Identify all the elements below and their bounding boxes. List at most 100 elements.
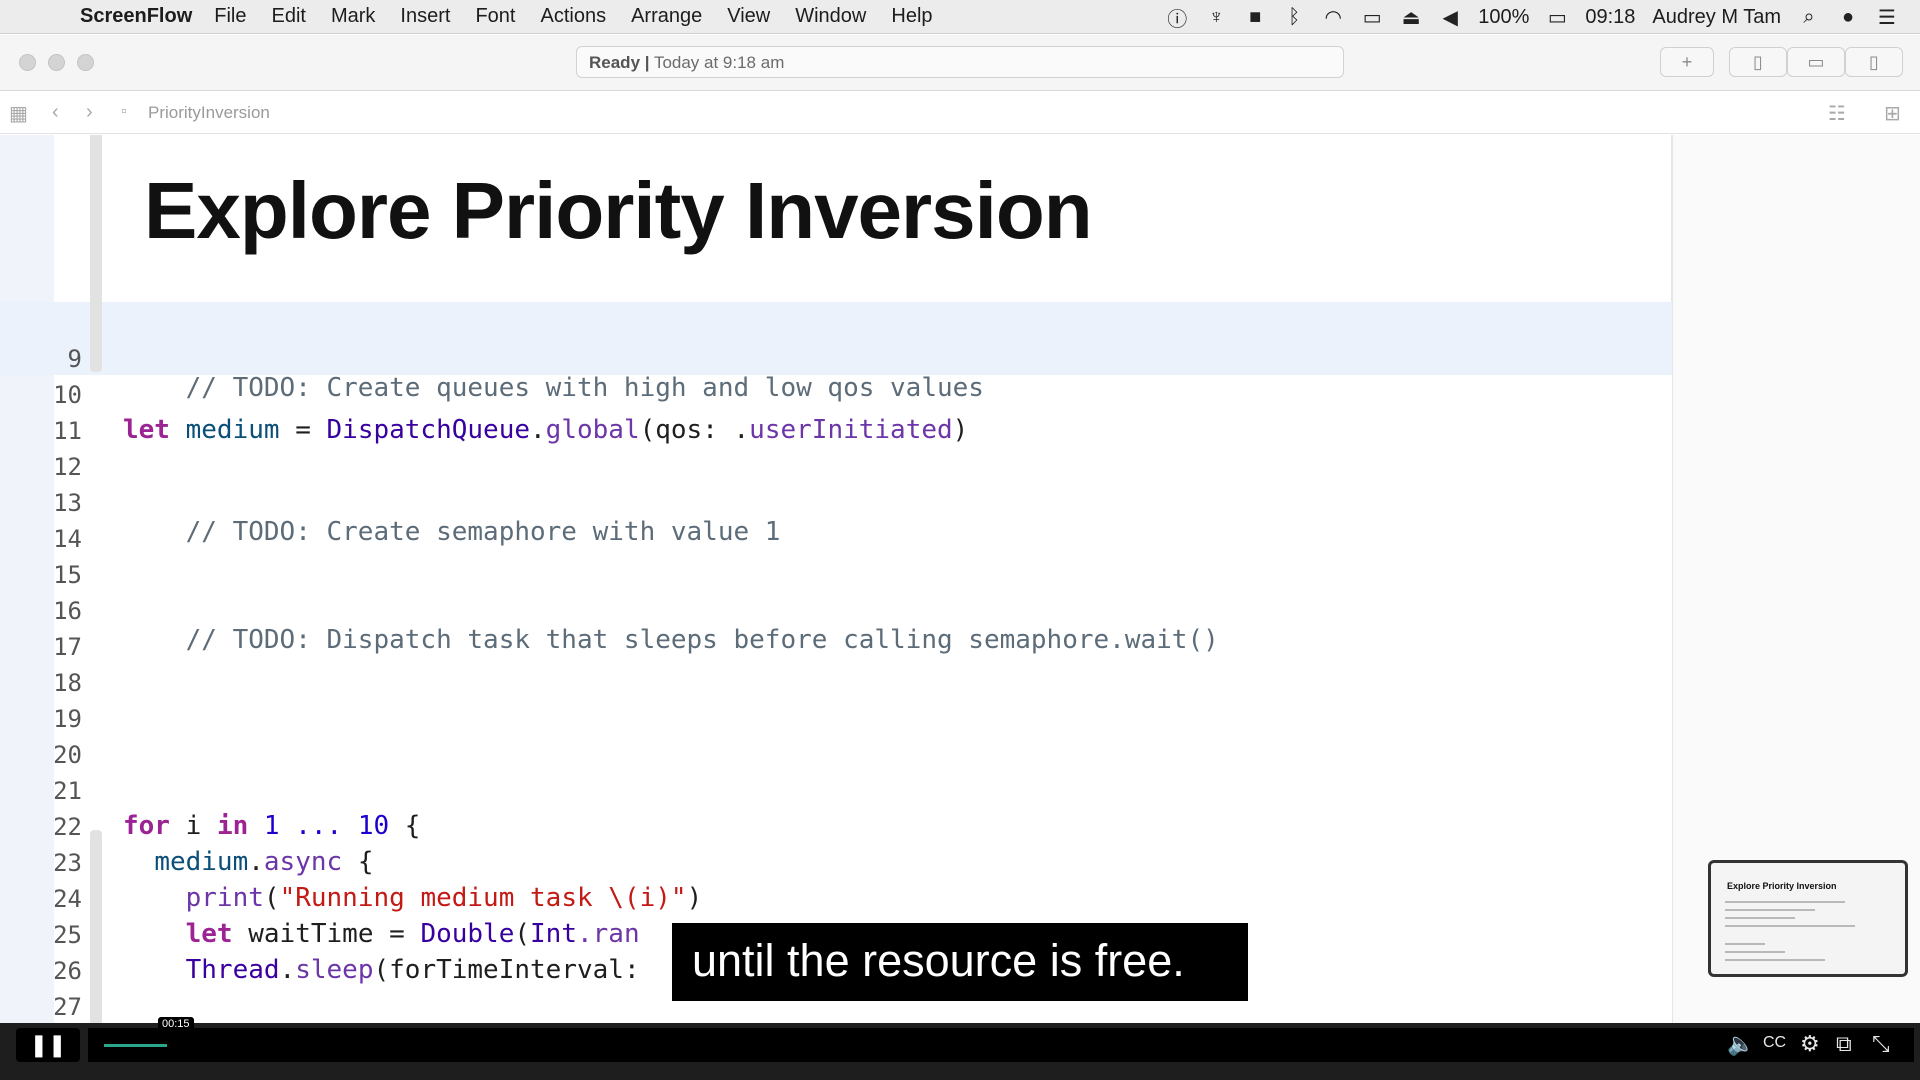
line-number: 10 xyxy=(53,381,82,409)
menu-arrange[interactable]: Arrange xyxy=(631,5,702,28)
toggle-inspector-button[interactable]: ▯ xyxy=(1845,47,1903,77)
code-operator: = xyxy=(279,415,327,445)
menu-view[interactable]: View xyxy=(727,5,770,28)
code-line-11[interactable]: let medium = DispatchQueue.global(qos: .… xyxy=(123,415,968,445)
volume-icon[interactable]: 🔈 xyxy=(1727,1031,1754,1057)
close-window-button[interactable] xyxy=(19,54,36,71)
code-line-23[interactable]: medium.async { xyxy=(123,847,373,877)
code-args: (forTimeInterval: xyxy=(373,955,640,985)
breadcrumb-file[interactable]: PriorityInversion xyxy=(148,103,270,123)
menu-window[interactable]: Window xyxy=(795,5,866,28)
user-name[interactable]: Audrey M Tam xyxy=(1652,6,1781,29)
picture-in-picture-icon[interactable]: ⧉ xyxy=(1836,1031,1852,1057)
status-timestamp: Today at 9:18 am xyxy=(653,53,785,72)
minimize-window-button[interactable] xyxy=(48,54,65,71)
code-type: Double xyxy=(420,919,515,949)
line-number: 25 xyxy=(53,921,82,949)
add-editor-icon[interactable]: ⊞ xyxy=(1884,101,1901,126)
page-title: Explore Priority Inversion xyxy=(144,166,1093,255)
video-thumbnail-preview[interactable]: Explore Priority Inversion xyxy=(1708,860,1908,977)
code-function: print xyxy=(185,883,264,913)
debug-panel-icon: ▭ xyxy=(1807,52,1825,72)
spotlight-search-icon[interactable]: ⌕ xyxy=(1798,6,1820,29)
jump-bar: ▦ ‹ › ▫ PriorityInversion ☷ ⊞ xyxy=(0,92,1920,134)
code-line-13[interactable]: // TODO: Create semaphore with value 1 xyxy=(123,487,781,577)
menu-insert[interactable]: Insert xyxy=(400,5,450,28)
closed-captions-icon[interactable]: CC xyxy=(1763,1034,1786,1052)
code-editor[interactable]: Explore Priority Inversion 9 10 11 12 13… xyxy=(0,135,1920,1023)
code-string: "Running medium task \(i)" xyxy=(279,883,687,913)
code-fold-ribbon[interactable] xyxy=(90,135,102,372)
menu-mark[interactable]: Mark xyxy=(331,5,375,28)
settings-gear-icon[interactable]: ⚙ xyxy=(1800,1031,1820,1057)
line-number: 12 xyxy=(53,453,82,481)
code-comment: // TODO: Create queues with high and low… xyxy=(185,373,984,403)
zoom-window-button[interactable] xyxy=(77,54,94,71)
menu-edit[interactable]: Edit xyxy=(272,5,306,28)
notification-center-icon[interactable]: ☰ xyxy=(1876,5,1898,30)
menu-clock[interactable]: 09:18 xyxy=(1585,6,1635,29)
airplay-icon[interactable]: ▭ xyxy=(1361,5,1383,30)
code-line-22[interactable]: for i in 1 ... 10 { xyxy=(123,811,420,841)
menu-actions[interactable]: Actions xyxy=(540,5,606,28)
eject-icon[interactable]: ⏏ xyxy=(1400,5,1422,30)
code-keyword: for xyxy=(123,811,170,841)
record-icon[interactable]: ■ xyxy=(1244,6,1266,29)
code-line-25[interactable]: let waitTime = Double(Int.ran xyxy=(123,919,640,949)
document-items-icon[interactable]: ☷ xyxy=(1828,101,1846,126)
thumbnail-line xyxy=(1725,959,1825,961)
password-manager-icon[interactable]: ⓘ xyxy=(1166,3,1188,32)
code-comment: // TODO: Dispatch task that sleeps befor… xyxy=(185,625,1219,655)
pause-button[interactable]: ❚❚ xyxy=(16,1028,80,1062)
progress-track[interactable] xyxy=(88,1028,1914,1062)
line-number: 19 xyxy=(53,705,82,733)
status-menus: ⓘ ♆ ■ ᛒ ◠ ▭ ⏏ ◀ 100% ▭ 09:18 Audrey M Ta… xyxy=(1166,0,1920,34)
code-range-operator: ... xyxy=(279,811,358,841)
back-chevron-icon[interactable]: ‹ xyxy=(52,101,59,124)
bluetooth-icon[interactable]: ᛒ xyxy=(1283,6,1305,29)
menu-file[interactable]: File xyxy=(214,5,246,28)
instruments-icon[interactable]: ♆ xyxy=(1205,6,1227,29)
code-function: sleep xyxy=(295,955,374,985)
navigator-panel-icon: ▯ xyxy=(1753,52,1763,72)
toggle-debug-area-button[interactable]: ▭ xyxy=(1787,47,1845,77)
battery-icon[interactable]: ▭ xyxy=(1546,5,1568,30)
code-line-26[interactable]: Thread.sleep(forTimeInterval: xyxy=(123,955,640,985)
line-number: 18 xyxy=(53,669,82,697)
line-number: 23 xyxy=(53,849,82,877)
menu-help[interactable]: Help xyxy=(891,5,932,28)
code-punct: ) xyxy=(952,415,969,445)
exit-fullscreen-icon[interactable]: ⤡ xyxy=(1872,1031,1890,1057)
siri-icon[interactable]: ● xyxy=(1837,6,1859,29)
thumbnail-line xyxy=(1725,925,1855,927)
wifi-icon[interactable]: ◠ xyxy=(1322,5,1344,30)
line-number: 9 xyxy=(67,345,82,373)
toggle-navigator-button[interactable]: ▯ xyxy=(1729,47,1787,77)
thumbnail-line xyxy=(1725,917,1795,919)
code-identifier: waitTime = xyxy=(232,919,421,949)
line-number: 26 xyxy=(53,957,82,985)
code-line-24[interactable]: print("Running medium task \(i)") xyxy=(123,883,703,913)
code-args: (qos: . xyxy=(639,415,750,445)
line-number: 20 xyxy=(53,741,82,769)
app-name-menu[interactable]: ScreenFlow xyxy=(80,5,192,28)
line-number: 14 xyxy=(53,525,82,553)
code-punct: ) xyxy=(686,883,703,913)
menu-font[interactable]: Font xyxy=(475,5,515,28)
forward-chevron-icon[interactable]: › xyxy=(86,101,93,124)
related-items-grid-icon[interactable]: ▦ xyxy=(9,101,28,126)
thumbnail-line xyxy=(1725,909,1815,911)
code-punct: { xyxy=(389,811,421,841)
line-number: 17 xyxy=(53,633,82,661)
volume-icon[interactable]: ◀ xyxy=(1439,5,1461,30)
battery-percent: 100% xyxy=(1478,5,1530,28)
code-type: Thread xyxy=(185,955,280,985)
code-fold-ribbon[interactable] xyxy=(90,830,102,1023)
add-library-button[interactable]: + xyxy=(1660,47,1714,77)
code-line-16[interactable]: // TODO: Dispatch task that sleeps befor… xyxy=(123,595,1219,685)
